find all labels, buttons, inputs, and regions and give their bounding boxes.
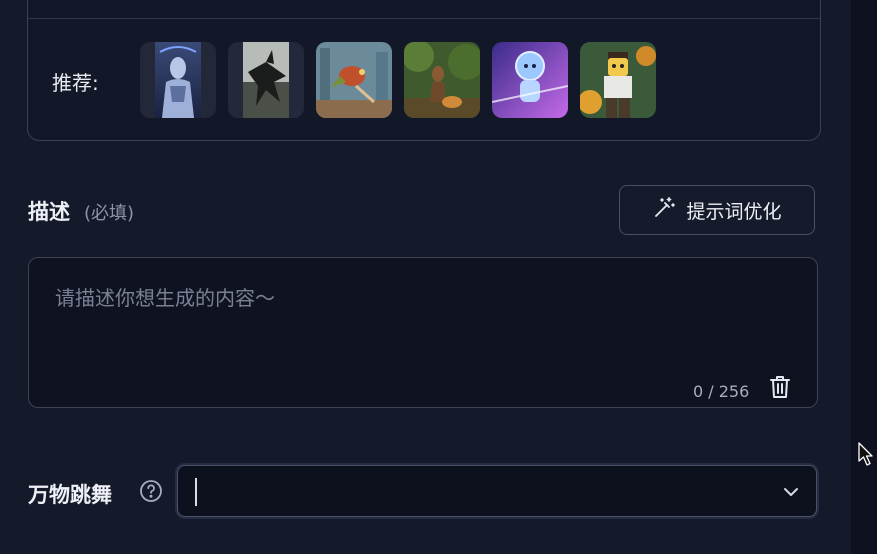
prompt-optimize-label: 提示词优化: [686, 200, 782, 223]
description-required-hint: (必填): [84, 203, 135, 224]
dance-label: 万物跳舞: [28, 483, 112, 507]
magic-wand-icon: [652, 196, 676, 225]
thumbnail-lego-figure[interactable]: [580, 42, 656, 118]
recommend-label: 推荐:: [52, 71, 99, 95]
thumbnail-city-parrot[interactable]: [316, 42, 392, 118]
description-title: 描述: [28, 200, 70, 224]
question-circle-icon[interactable]: [139, 479, 163, 503]
dance-select[interactable]: [177, 465, 817, 517]
thumbnail-dark-dragon[interactable]: [228, 42, 304, 118]
description-textarea-container: 0 / 256: [28, 257, 818, 408]
recommend-panel: 推荐:: [27, 0, 821, 141]
text-cursor: [195, 478, 197, 506]
description-input[interactable]: [55, 282, 775, 362]
chevron-down-icon: [780, 481, 802, 503]
scroll-gutter: [851, 0, 877, 554]
thumbnail-space-astronaut-kid[interactable]: [492, 42, 568, 118]
character-count: 0 / 256: [693, 382, 750, 401]
trash-icon[interactable]: [766, 373, 794, 401]
thumbnail-forest-adventurer[interactable]: [404, 42, 480, 118]
panel-divider: [28, 18, 820, 19]
thumbnail-cyborg-woman[interactable]: [140, 42, 216, 118]
mouse-pointer-icon: [858, 442, 876, 468]
prompt-optimize-button[interactable]: 提示词优化: [619, 185, 815, 235]
